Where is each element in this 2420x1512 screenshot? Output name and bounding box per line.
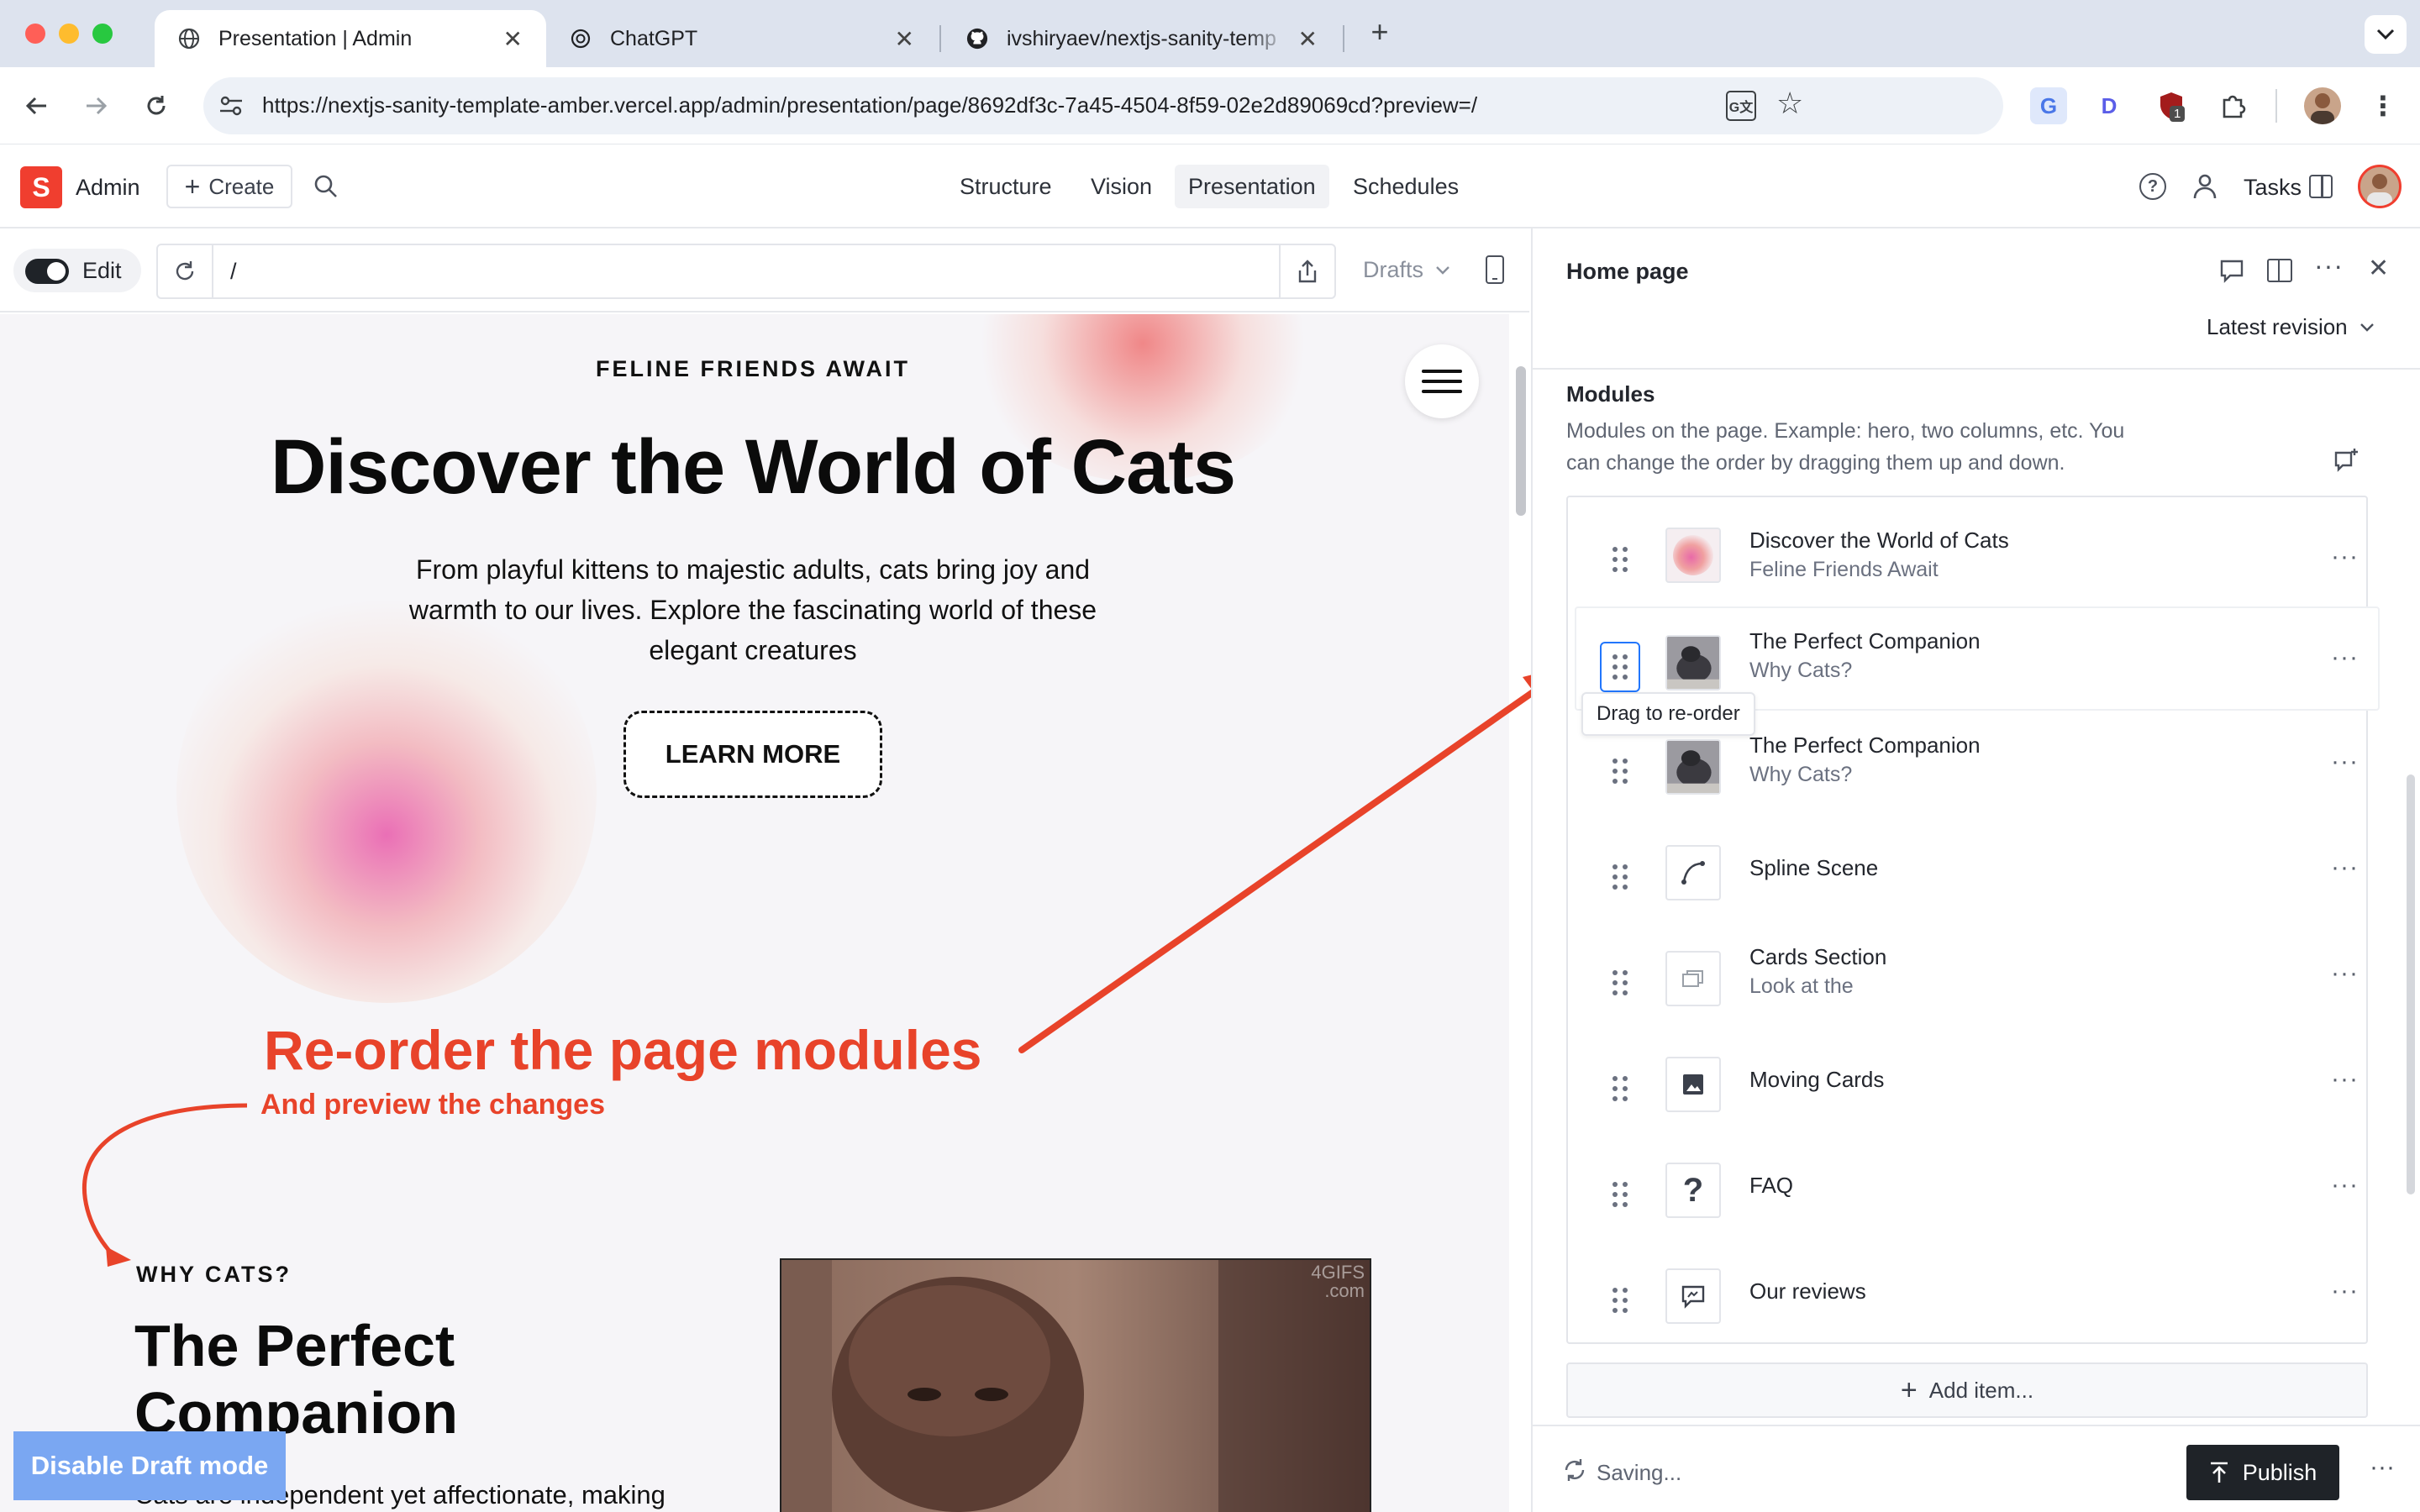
- drag-handle[interactable]: [1600, 534, 1640, 585]
- module-title: Moving Cards: [1749, 1067, 1885, 1092]
- module-subtitle: Why Cats?: [1749, 659, 1853, 682]
- pane-scrollbar-thumb[interactable]: [2407, 774, 2415, 1194]
- module-menu-icon[interactable]: ···: [2331, 1277, 2359, 1305]
- module-title: The Perfect Companion: [1749, 628, 1981, 654]
- module-subtitle: Feline Friends Await: [1749, 558, 1939, 581]
- add-item-label: Add item...: [1928, 1377, 2034, 1403]
- image-icon: [1665, 1057, 1721, 1112]
- drag-handle-icon: [1612, 970, 1628, 995]
- drag-handle[interactable]: [1600, 1063, 1640, 1114]
- publish-menu-icon[interactable]: ···: [2370, 1453, 2395, 1482]
- gradient-blob-thumb: [1665, 528, 1721, 583]
- module-title: Cards Section: [1749, 944, 1887, 969]
- revision-label: Latest revision: [2207, 314, 2348, 339]
- save-status: Saving...: [1597, 1460, 1682, 1485]
- module-title: The Perfect Companion: [1749, 732, 1981, 758]
- photo-thumb: [1665, 635, 1721, 690]
- plus-icon: +: [1900, 1373, 1918, 1406]
- module-menu-icon[interactable]: ···: [2331, 853, 2359, 882]
- drag-handle-icon: [1612, 864, 1628, 890]
- field-description: Modules on the page. Example: hero, two …: [1566, 415, 2124, 479]
- split-pane-icon[interactable]: [2267, 259, 2292, 282]
- module-menu-icon[interactable]: ···: [2331, 748, 2359, 776]
- drag-handle-icon: [1612, 1076, 1628, 1101]
- module-menu-icon[interactable]: ···: [2331, 1171, 2359, 1200]
- module-title: Our reviews: [1749, 1278, 1866, 1304]
- field-description-line: Modules on the page. Example: hero, two …: [1566, 419, 2125, 443]
- module-menu-icon[interactable]: ···: [2331, 959, 2359, 988]
- publish-icon: [2210, 1462, 2228, 1483]
- annotation-arrow-line: [1018, 685, 1541, 1053]
- module-subtitle: Why Cats?: [1749, 763, 1853, 786]
- drag-handle[interactable]: [1600, 1169, 1640, 1220]
- field-description-line: can change the order by dragging them up…: [1566, 451, 2065, 475]
- drag-handle[interactable]: [1600, 852, 1640, 902]
- revision-select[interactable]: Latest revision: [2207, 314, 2375, 340]
- module-menu-icon[interactable]: ···: [2331, 643, 2359, 672]
- question-icon: ?: [1665, 1163, 1721, 1218]
- drag-handle[interactable]: [1600, 642, 1640, 692]
- sync-icon: [1561, 1457, 1588, 1488]
- spline-icon: [1665, 845, 1721, 900]
- annotation-curved-arrow-head: [106, 1247, 131, 1267]
- drag-handle-icon: [1612, 1182, 1628, 1207]
- annotation-curved-arrow: [82, 1103, 248, 1262]
- drag-handle-icon: [1612, 1288, 1628, 1313]
- comment-icon: [1665, 1268, 1721, 1324]
- drag-handle[interactable]: [1600, 958, 1640, 1008]
- module-title: FAQ: [1749, 1173, 1794, 1198]
- module-title: Discover the World of Cats: [1749, 528, 2009, 553]
- module-item[interactable]: Discover the World of Cats Feline Friend…: [1581, 501, 2381, 605]
- drag-handle[interactable]: [1600, 1275, 1640, 1326]
- field-label: Modules: [1566, 381, 1655, 407]
- module-title: Spline Scene: [1749, 855, 1879, 880]
- document-title: Home page: [1566, 259, 1689, 284]
- chevron-down-icon: [2360, 323, 2374, 332]
- module-subtitle: Look at the: [1749, 974, 1854, 998]
- add-comment-icon[interactable]: [2333, 447, 2360, 478]
- document-menu-icon[interactable]: ···: [2314, 250, 2344, 281]
- publish-button[interactable]: Publish: [2186, 1445, 2339, 1500]
- module-menu-icon[interactable]: ···: [2331, 1065, 2359, 1094]
- module-menu-icon[interactable]: ···: [2331, 543, 2359, 571]
- document-pane: Home page ··· ✕ Latest revision Modules …: [1531, 228, 2420, 1512]
- drag-handle-icon: [1612, 759, 1628, 784]
- photo-thumb: [1665, 739, 1721, 795]
- cards-icon: [1665, 951, 1721, 1006]
- module-item[interactable]: The Perfect Companion Why Cats? ···: [1581, 712, 2381, 816]
- module-item[interactable]: Moving Cards ···: [1581, 1030, 2381, 1134]
- module-item[interactable]: ? FAQ ···: [1581, 1136, 2381, 1240]
- add-item-button[interactable]: + Add item...: [1566, 1362, 2368, 1418]
- publish-label: Publish: [2242, 1459, 2317, 1485]
- module-item[interactable]: Spline Scene ···: [1581, 818, 2381, 922]
- pane-footer: Saving... Publish ···: [1533, 1425, 2420, 1512]
- pane-divider: [1533, 368, 2420, 370]
- close-pane-button[interactable]: ✕: [2368, 254, 2389, 283]
- drag-handle-icon: [1612, 654, 1628, 680]
- comments-icon[interactable]: [2218, 257, 2245, 288]
- module-item[interactable]: Cards Section Look at the ···: [1581, 924, 2381, 1028]
- drag-handle[interactable]: [1600, 746, 1640, 796]
- module-item[interactable]: Our reviews ···: [1581, 1242, 2381, 1346]
- drag-handle-icon: [1612, 547, 1628, 572]
